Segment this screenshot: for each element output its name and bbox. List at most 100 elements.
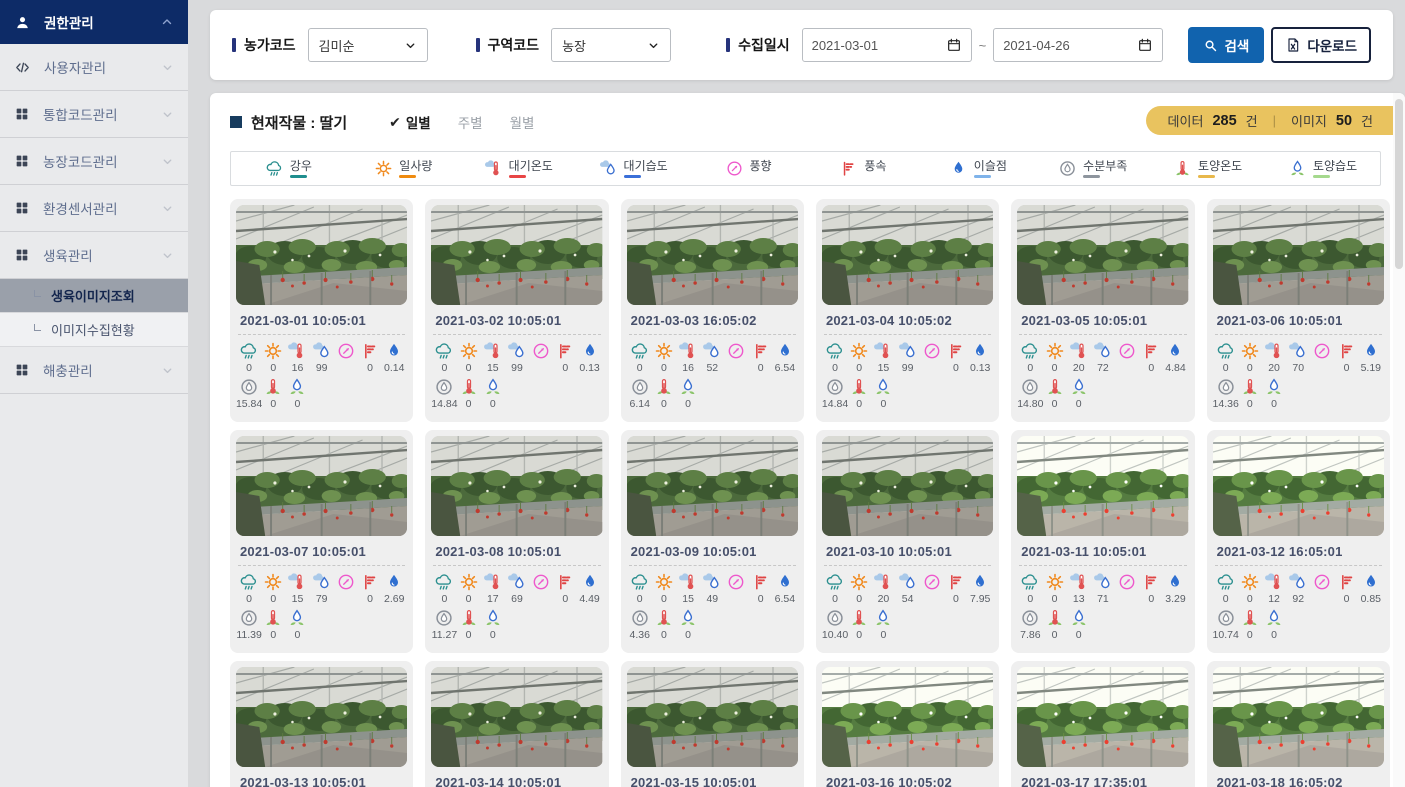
sensor-soilhum: 0 [285, 608, 309, 641]
sensor-value: 52 [706, 362, 718, 374]
greenhouse-photo[interactable] [822, 667, 993, 767]
tab-daily[interactable]: ✔ 일별 [389, 112, 431, 132]
greenhouse-photo[interactable] [236, 205, 407, 305]
sensor-row-2: 10.7400 [1213, 608, 1384, 641]
dew-icon [775, 572, 795, 592]
sidebar-item-pest[interactable]: 해충관리 [0, 347, 188, 394]
greenhouse-photo[interactable] [822, 205, 993, 305]
image-card[interactable]: 2021-03-04 10:05:0200159900.1314.8400 [816, 199, 999, 422]
greenhouse-photo[interactable] [431, 667, 602, 767]
greenhouse-photo[interactable] [627, 667, 798, 767]
sidebar-item-integrated-codes[interactable]: 통합코드관리 [0, 91, 188, 138]
sensor-rain: 0 [1214, 572, 1238, 605]
sensor-value: 0 [367, 362, 373, 374]
greenhouse-photo[interactable] [1017, 436, 1188, 536]
sidebar-item-users[interactable]: 사용자관리 [0, 44, 188, 91]
sidebar-item-label: 환경센서관리 [43, 198, 118, 218]
greenhouse-photo[interactable] [1213, 667, 1384, 767]
greenhouse-photo[interactable] [627, 205, 798, 305]
image-card[interactable]: 2021-03-09 10:05:0100154906.544.3600 [621, 430, 804, 653]
sensor-soiltemp: 0 [847, 608, 871, 641]
winddir-icon [1117, 341, 1137, 361]
image-card[interactable]: 2021-03-14 10:05:01 [425, 661, 608, 787]
windspeed-icon [751, 572, 771, 592]
download-button[interactable]: 다운로드 [1271, 27, 1371, 63]
sensor-row-1: 00205407.95 [822, 572, 993, 605]
image-card[interactable]: 2021-03-12 16:05:0100129200.8510.7400 [1207, 430, 1390, 653]
image-card[interactable]: 2021-03-07 10:05:0100157902.6911.3900 [230, 430, 413, 653]
scrollbar[interactable] [1393, 93, 1405, 787]
image-card[interactable]: 2021-03-03 16:05:0200165206.546.1400 [621, 199, 804, 422]
greenhouse-photo[interactable] [431, 436, 602, 536]
date-to-input[interactable]: 2021-04-26 [993, 28, 1163, 62]
image-card[interactable]: 2021-03-17 17:35:01 [1011, 661, 1194, 787]
image-card[interactable]: 2021-03-02 10:05:0100159900.1314.8400 [425, 199, 608, 422]
greenhouse-photo[interactable] [1213, 205, 1384, 305]
sensor-deficit: 4.36 [628, 608, 652, 641]
sensor-row-2: 6.1400 [627, 377, 798, 410]
rain-icon [630, 572, 650, 592]
sidebar-item-growth[interactable]: 생육관리 [0, 232, 188, 279]
legend-underline [1313, 175, 1330, 178]
image-card[interactable]: 2021-03-15 10:05:01 [621, 661, 804, 787]
sensor-value: 0 [1344, 593, 1350, 605]
sensor-value: 15 [682, 593, 694, 605]
greenhouse-photo[interactable] [1017, 205, 1188, 305]
farm-code-select[interactable]: 김미순 [308, 28, 428, 62]
image-card[interactable]: 2021-03-10 10:05:0100205407.9510.4000 [816, 430, 999, 653]
image-card[interactable]: 2021-03-18 16:05:02 [1207, 661, 1390, 787]
calendar-icon[interactable] [946, 37, 962, 53]
greenhouse-photo[interactable] [822, 436, 993, 536]
image-card[interactable]: 2021-03-11 10:05:0100137103.297.8600 [1011, 430, 1194, 653]
sensor-value: 0 [953, 362, 959, 374]
sensor-windspeed: 0 [749, 341, 773, 374]
windspeed-icon [1141, 341, 1161, 361]
legend-item-airhum: 대기습도 [576, 159, 691, 178]
soiltemp-icon [849, 377, 869, 397]
search-button[interactable]: 검색 [1188, 27, 1264, 63]
date-from-input[interactable]: 2021-03-01 [802, 28, 972, 62]
image-card[interactable]: 2021-03-01 10:05:0100169900.1415.8400 [230, 199, 413, 422]
sidebar-subitem-image-collection-status[interactable]: 이미지수집현황 [0, 313, 188, 347]
sensor-rain: 0 [628, 572, 652, 605]
zone-code-select[interactable]: 농장 [551, 28, 671, 62]
sensor-value: 92 [1292, 593, 1304, 605]
sidebar-item-env-sensors[interactable]: 환경센서관리 [0, 185, 188, 232]
soilhum-icon [678, 608, 698, 628]
image-card[interactable]: 2021-03-08 10:05:0100176904.4911.2700 [425, 430, 608, 653]
image-card[interactable]: 2021-03-13 10:05:01 [230, 661, 413, 787]
search-icon [1203, 38, 1218, 53]
image-card[interactable]: 2021-03-06 10:05:0100207005.1914.3600 [1207, 199, 1390, 422]
windspeed-icon [1337, 341, 1357, 361]
sidebar-item-permissions[interactable]: 권한관리 [0, 0, 188, 44]
sidebar-item-label: 사용자관리 [44, 57, 106, 77]
winddir-icon [1312, 572, 1332, 592]
sensor-value: 71 [1097, 593, 1109, 605]
scrollbar-thumb[interactable] [1395, 99, 1403, 269]
image-card[interactable]: 2021-03-16 10:05:02 [816, 661, 999, 787]
greenhouse-photo[interactable] [1017, 667, 1188, 767]
sensor-soiltemp: 0 [1238, 377, 1262, 410]
image-card[interactable]: 2021-03-05 10:05:0100207204.8414.8000 [1011, 199, 1194, 422]
tab-monthly[interactable]: 월별 [510, 112, 535, 132]
dashed-divider [238, 334, 405, 335]
greenhouse-photo[interactable] [1213, 436, 1384, 536]
greenhouse-photo[interactable] [236, 436, 407, 536]
image-count-label: 이미지 [1291, 111, 1327, 130]
dashed-divider [824, 565, 991, 566]
image-count-unit: 건 [1361, 111, 1373, 130]
greenhouse-photo[interactable] [431, 205, 602, 305]
sensor-value: 0 [661, 629, 667, 641]
calendar-icon[interactable] [1137, 37, 1153, 53]
sensor-value: 0 [490, 629, 496, 641]
greenhouse-photo[interactable] [627, 436, 798, 536]
sensor-value: 11.27 [432, 629, 458, 641]
tab-weekly[interactable]: 주별 [458, 112, 483, 132]
sidebar-subitem-growth-image-search[interactable]: 생육이미지조회 [0, 279, 188, 313]
deficit-icon [1020, 608, 1040, 628]
sensor-airtemp: 13 [1067, 572, 1091, 605]
greenhouse-photo[interactable] [236, 667, 407, 767]
sensor-value: 0 [661, 398, 667, 410]
sensor-value: 14.84 [431, 398, 457, 410]
sidebar-item-farm-codes[interactable]: 농장코드관리 [0, 138, 188, 185]
